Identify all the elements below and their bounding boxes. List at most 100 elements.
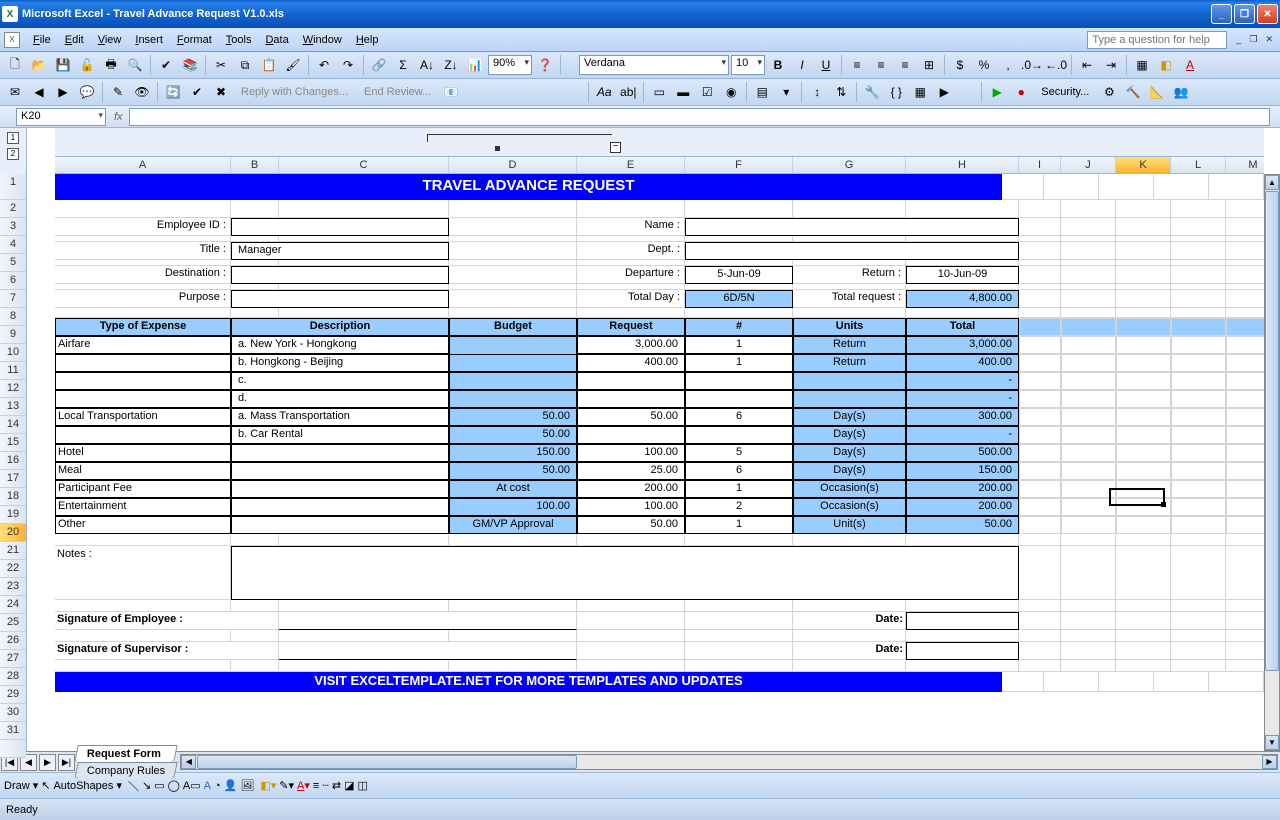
cell[interactable] — [1019, 200, 1061, 218]
menu-tools[interactable]: Tools — [219, 31, 259, 49]
cell[interactable] — [685, 600, 793, 612]
tab-last-icon[interactable]: ▶| — [58, 754, 75, 771]
col-header-E[interactable]: E — [577, 157, 685, 173]
paste-icon[interactable]: 📋 — [258, 54, 280, 76]
row-header-18[interactable]: 18 — [0, 488, 26, 506]
cell[interactable] — [231, 600, 279, 612]
row-header-10[interactable]: 10 — [0, 344, 26, 362]
row-header-13[interactable]: 13 — [0, 398, 26, 416]
qty-cell[interactable]: 1 — [685, 354, 793, 372]
expense-type[interactable] — [55, 390, 231, 408]
row-header-30[interactable]: 30 — [0, 704, 26, 722]
expense-desc[interactable] — [231, 444, 449, 462]
cell[interactable] — [1116, 408, 1171, 426]
excel-file-icon[interactable]: X — [4, 32, 20, 48]
expense-desc[interactable]: c. — [231, 372, 449, 390]
budget-cell[interactable]: GM/VP Approval — [449, 516, 577, 534]
decrease-decimal-icon[interactable]: ←.0 — [1045, 54, 1067, 76]
cell[interactable] — [231, 308, 279, 318]
cell[interactable] — [55, 200, 231, 218]
row-header-22[interactable]: 22 — [0, 560, 26, 578]
cell[interactable] — [1154, 672, 1209, 692]
expense-desc[interactable] — [231, 480, 449, 498]
outline-level-2[interactable]: 2 — [7, 148, 19, 160]
row-header-8[interactable]: 8 — [0, 308, 26, 326]
cell[interactable] — [279, 660, 449, 672]
cell[interactable] — [1116, 266, 1171, 284]
option-control-icon[interactable]: ◉ — [720, 81, 742, 103]
cell[interactable] — [793, 660, 906, 672]
font-size-combo[interactable]: 10 — [731, 55, 765, 75]
cell[interactable] — [1002, 174, 1044, 200]
expense-type[interactable]: Participant Fee — [55, 480, 231, 498]
cell[interactable] — [1019, 308, 1061, 318]
cell[interactable] — [1116, 336, 1171, 354]
oval-icon[interactable]: ◯ — [168, 779, 180, 792]
cell[interactable] — [1226, 290, 1264, 308]
fx-icon[interactable]: fx — [114, 111, 123, 123]
prev-comment-icon[interactable]: ◀ — [28, 81, 50, 103]
design-mode-icon[interactable]: 📐 — [1146, 81, 1168, 103]
spelling-icon[interactable]: ✔ — [155, 54, 177, 76]
cell[interactable] — [449, 660, 577, 672]
cell[interactable] — [1061, 218, 1116, 236]
editbox-icon[interactable]: ab| — [617, 81, 639, 103]
menu-file[interactable]: File — [26, 31, 58, 49]
cell[interactable] — [1019, 242, 1061, 260]
cell[interactable] — [449, 534, 577, 546]
help-icon[interactable]: ❓ — [534, 54, 556, 76]
cell[interactable] — [449, 200, 577, 218]
increase-decimal-icon[interactable]: .0→ — [1021, 54, 1043, 76]
cell[interactable] — [906, 630, 1019, 642]
row-header-17[interactable]: 17 — [0, 470, 26, 488]
cell[interactable] — [1061, 372, 1116, 390]
row-header-3[interactable]: 3 — [0, 218, 26, 236]
cell[interactable] — [1019, 516, 1061, 534]
cell[interactable] — [793, 630, 906, 642]
cell[interactable] — [1116, 642, 1171, 660]
request-cell[interactable]: 200.00 — [577, 480, 685, 498]
cell[interactable] — [1061, 642, 1116, 660]
destination-input[interactable] — [231, 266, 449, 284]
cell[interactable] — [685, 308, 793, 318]
cell[interactable] — [1226, 642, 1264, 660]
budget-cell[interactable]: Economic Class — [449, 336, 577, 354]
vba-icon[interactable]: ⚙ — [1098, 81, 1120, 103]
cell[interactable] — [1171, 390, 1226, 408]
expense-type[interactable] — [55, 426, 231, 444]
cell[interactable] — [793, 308, 906, 318]
cell[interactable] — [685, 534, 793, 546]
col-header-B[interactable]: B — [231, 157, 279, 173]
expense-desc[interactable] — [231, 498, 449, 516]
hyperlink-icon[interactable]: 🔗 — [368, 54, 390, 76]
cell[interactable] — [1061, 480, 1116, 498]
diagram-icon[interactable]: ◔ — [214, 780, 221, 792]
permission-icon[interactable]: 🔓 — [76, 54, 98, 76]
cell[interactable]: Total request : — [793, 290, 906, 308]
request-cell[interactable]: 400.00 — [577, 354, 685, 372]
cell[interactable] — [1154, 174, 1209, 200]
spreadsheet-grid[interactable]: 12 1234567891011121314151617181920212223… — [0, 128, 1280, 751]
undo-icon[interactable]: ↶ — [313, 54, 335, 76]
cell[interactable] — [1116, 390, 1171, 408]
cut-icon[interactable]: ✂ — [210, 54, 232, 76]
cell[interactable] — [1061, 630, 1116, 642]
cell[interactable] — [1116, 200, 1171, 218]
request-cell[interactable]: 50.00 — [577, 408, 685, 426]
bold-icon[interactable]: B — [767, 54, 789, 76]
cell[interactable] — [1171, 242, 1226, 260]
cell[interactable] — [906, 308, 1019, 318]
cell[interactable] — [1226, 390, 1264, 408]
request-cell[interactable] — [577, 372, 685, 390]
qty-cell[interactable] — [685, 426, 793, 444]
spinner-control-icon[interactable]: ⇅ — [830, 81, 852, 103]
expense-type[interactable]: Entertainment — [55, 498, 231, 516]
qty-cell[interactable]: 2 — [685, 498, 793, 516]
cell[interactable] — [1061, 200, 1116, 218]
cell[interactable] — [1116, 242, 1171, 260]
cell[interactable] — [1171, 660, 1226, 672]
borders-icon[interactable]: ▦ — [1131, 54, 1153, 76]
units-cell[interactable] — [793, 390, 906, 408]
cell[interactable] — [1019, 612, 1061, 630]
cell[interactable] — [1226, 318, 1264, 336]
